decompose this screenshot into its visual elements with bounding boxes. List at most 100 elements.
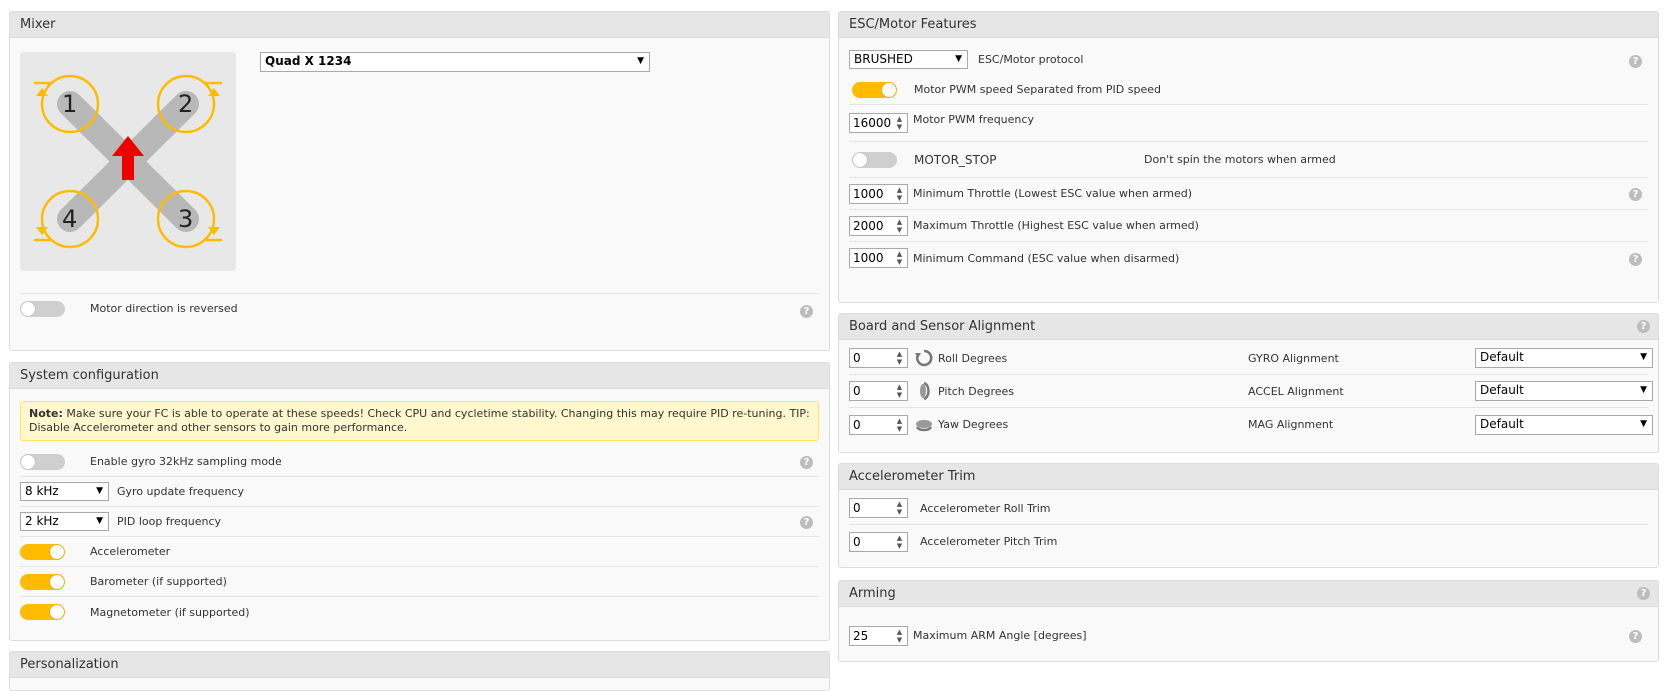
pitch-degrees-input[interactable]: 0 ▲ ▼ [849,381,908,401]
motor-label-3: 3 [178,205,193,233]
motor-stop-row: MOTOR_STOP Don't spin the motors when ar… [849,142,1648,178]
roll-row: 0 ▲ ▼ Roll Degrees GYRO Alignment Default… [849,342,1653,375]
motor-stop-description: Don't spin the motors when armed [1144,153,1336,166]
accel-alignment-value: Default [1480,383,1524,397]
gyro-freq-label: Gyro update frequency [117,485,244,498]
min-throttle-input[interactable]: 1000 ▲ ▼ [849,183,908,204]
accel-roll-trim-row: 0 ▲ ▼ Accelerometer Roll Trim [849,492,1648,525]
accel-trim-panel: Accelerometer Trim 0 ▲ ▼ Accelerometer Ro… [838,463,1659,568]
spinner-arrows-icon[interactable]: ▲ ▼ [895,350,904,366]
help-icon[interactable]: ? [1629,188,1642,201]
min-command-input[interactable]: 1000 ▲ ▼ [849,248,908,268]
board-alignment-panel: Board and Sensor Alignment ? 0 ▲ ▼ Roll D… [838,313,1659,453]
yaw-degrees-label: Yaw Degrees [938,418,1009,431]
dropdown-arrow-icon: ▼ [96,516,103,526]
performance-note: Note: Make sure your FC is able to opera… [20,401,819,441]
dropdown-arrow-icon: ▼ [1640,418,1647,429]
magnetometer-toggle[interactable] [20,604,65,620]
barometer-toggle[interactable] [20,573,65,590]
mixer-diagram: 1 2 4 3 [20,52,236,271]
esc-motor-title: ESC/Motor Features [839,12,1658,38]
help-icon[interactable]: ? [1629,55,1642,68]
spinner-arrows-icon[interactable]: ▲ ▼ [895,383,904,399]
motor-stop-label: MOTOR_STOP [914,152,997,167]
gyro-freq-select[interactable]: 8 kHz ▼ [20,482,109,501]
arm-angle-label: Maximum ARM Angle [degrees] [913,629,1087,642]
motor-reversed-row: Motor direction is reversed ? [20,293,819,323]
arm-angle-value: 25 [853,628,869,643]
min-throttle-value: 1000 [853,186,884,201]
pid-freq-label: PID loop frequency [117,515,222,528]
roll-degrees-label: Roll Degrees [938,351,1008,365]
spinner-arrows-icon[interactable]: ▲ ▼ [895,186,904,202]
gyro-alignment-select[interactable]: Default ▼ [1475,348,1653,368]
pwm-frequency-input[interactable]: 16000 ▲ ▼ [849,113,908,133]
barometer-row: Barometer (if supported) [20,567,819,597]
motor-label-1: 1 [62,90,77,118]
max-throttle-row: 2000 ▲ ▼ Maximum Throttle (Highest ESC va… [849,210,1648,242]
arming-title: Arming ? [839,581,1658,607]
spinner-arrows-icon[interactable]: ▲ ▼ [895,628,904,644]
accel-alignment-label: ACCEL Alignment [1248,384,1344,398]
accel-roll-trim-input[interactable]: 0 ▲ ▼ [849,498,908,518]
board-alignment-title-text: Board and Sensor Alignment [849,319,1036,334]
gyro32-toggle[interactable] [20,453,65,470]
pitch-degrees-value: 0 [853,384,861,398]
dropdown-arrow-icon: ▼ [1640,352,1647,362]
accel-alignment-select[interactable]: Default ▼ [1475,381,1653,401]
pwm-frequency-value: 16000 [853,116,892,130]
magnetometer-row: Magnetometer (if supported) [20,597,819,627]
min-command-value: 1000 [853,251,884,265]
pitch-degrees-label: Pitch Degrees [938,384,1015,398]
note-text: Make sure your FC is able to operate at … [29,407,810,434]
help-icon[interactable]: ? [1629,630,1642,643]
quad-x-diagram: 1 2 4 3 [34,74,222,249]
help-icon[interactable]: ? [800,516,813,529]
pitch-icon [920,381,930,401]
accelerometer-toggle[interactable] [20,543,65,560]
spinner-arrows-icon[interactable]: ▲ ▼ [895,218,904,234]
help-icon[interactable]: ? [1629,253,1642,266]
esc-motor-panel: ESC/Motor Features BRUSHED ▼ ESC/Motor p… [838,11,1659,303]
min-throttle-row: 1000 ▲ ▼ Minimum Throttle (Lowest ESC val… [849,178,1648,210]
magnetometer-label: Magnetometer (if supported) [90,605,250,619]
motor-reversed-label: Motor direction is reversed [90,302,238,315]
mag-alignment-select[interactable]: Default ▼ [1475,414,1653,435]
accel-pitch-trim-value: 0 [853,534,861,549]
mixer-type-select[interactable]: Quad X 1234 ▼ [260,52,650,72]
pid-freq-select[interactable]: 2 kHz ▼ [20,512,109,531]
gyro-alignment-label: GYRO Alignment [1248,351,1339,365]
pwm-frequency-row: 16000 ▲ ▼ Motor PWM frequency [849,105,1648,142]
max-throttle-input[interactable]: 2000 ▲ ▼ [849,215,908,236]
help-icon[interactable]: ? [1637,320,1650,333]
spinner-arrows-icon[interactable]: ▲ ▼ [895,115,904,131]
help-icon[interactable]: ? [1637,587,1650,600]
help-icon[interactable]: ? [800,456,813,469]
accel-pitch-trim-input[interactable]: 0 ▲ ▼ [849,531,908,552]
personalization-title: Personalization [10,652,829,678]
motor-label-2: 2 [178,90,193,118]
pwm-separated-toggle[interactable] [852,81,897,98]
yaw-degrees-value: 0 [853,417,861,432]
mixer-panel: Mixer 1 2 4 3 Quad X 1234 ▼ Motor direct… [9,11,830,351]
esc-protocol-select[interactable]: BRUSHED ▼ [849,49,968,69]
personalization-panel: Personalization [9,651,830,691]
spinner-arrows-icon[interactable]: ▲ ▼ [895,250,904,266]
roll-degrees-input[interactable]: 0 ▲ ▼ [849,348,908,368]
yaw-degrees-input[interactable]: 0 ▲ ▼ [849,414,908,435]
accelerometer-row: Accelerometer [20,537,819,567]
min-command-label: Minimum Command (ESC value when disarmed… [913,251,1180,265]
pid-freq-value: 2 kHz [25,514,59,528]
accel-roll-trim-value: 0 [853,501,861,515]
spinner-arrows-icon[interactable]: ▲ ▼ [895,417,904,433]
help-icon[interactable]: ? [800,305,813,318]
motor-stop-toggle[interactable] [852,151,897,168]
spinner-arrows-icon[interactable]: ▲ ▼ [895,500,904,516]
yaw-row: 0 ▲ ▼ Yaw Degrees MAG Alignment Default ▼ [849,408,1653,441]
gyro32-row: Enable gyro 32kHz sampling mode ? [20,447,819,477]
arm-angle-input[interactable]: 25 ▲ ▼ [849,625,908,646]
motor-reversed-toggle[interactable] [20,300,65,317]
accel-roll-trim-label: Accelerometer Roll Trim [920,501,1051,515]
spinner-arrows-icon[interactable]: ▲ ▼ [895,534,904,550]
roll-degrees-value: 0 [853,351,861,365]
